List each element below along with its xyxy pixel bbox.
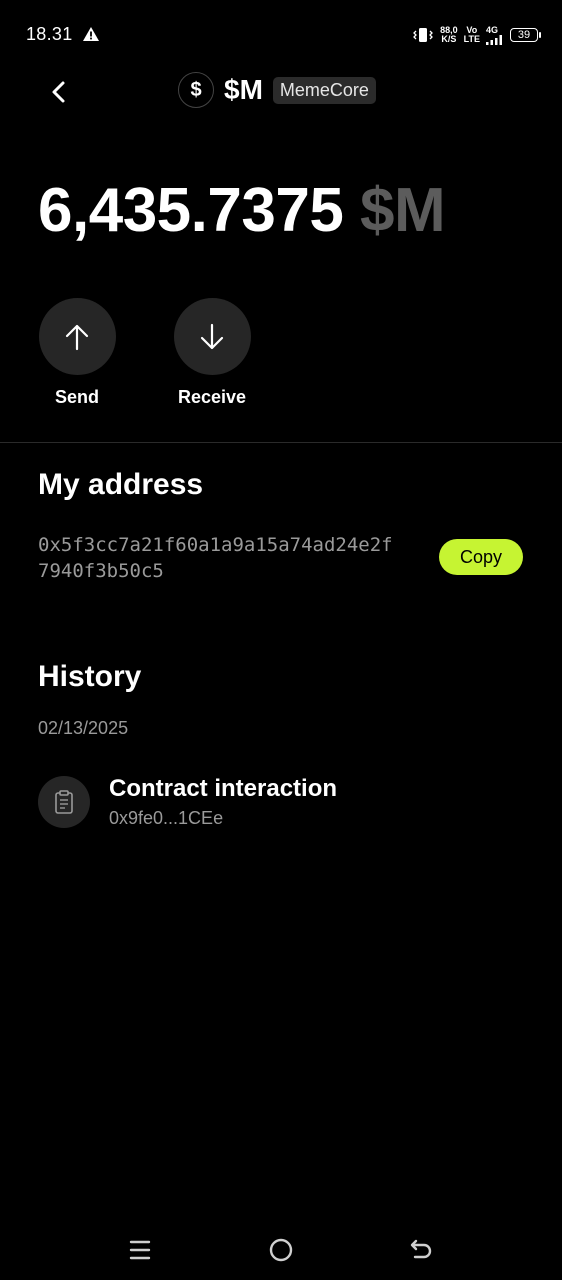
home-button[interactable]	[259, 1228, 303, 1272]
balance: 6,435.7375 $M	[38, 176, 446, 246]
send-label: Send	[54, 387, 99, 407]
history-item[interactable]: Contract interaction 0x9fe0...1CEe	[38, 772, 524, 832]
history-item-title: Contract interaction	[109, 775, 338, 802]
arrow-down-icon	[200, 323, 224, 349]
battery-icon: 39	[510, 28, 541, 42]
history-title: History	[38, 660, 142, 693]
wallet-address: 0x5f3cc7a21f60a1a9a15a74ad24e2f7940f3b50…	[38, 534, 393, 582]
chevron-left-icon	[52, 81, 65, 103]
receive-button[interactable]: Receive	[162, 298, 262, 408]
token-header: $ $M MemeCore	[178, 72, 376, 108]
divider	[0, 442, 562, 443]
vibrate-icon	[413, 28, 434, 42]
signal-icon: 4G	[486, 25, 504, 45]
back-nav-button[interactable]	[399, 1228, 443, 1272]
balance-amount: 6,435.7375	[38, 176, 344, 245]
arrow-up-icon	[65, 324, 89, 350]
back-button[interactable]	[40, 72, 78, 112]
history-date: 02/13/2025	[38, 718, 129, 738]
status-time: 18.31	[26, 24, 73, 44]
receive-label: Receive	[177, 387, 247, 407]
send-button[interactable]: Send	[27, 298, 127, 408]
clipboard-icon	[55, 790, 73, 814]
copy-button[interactable]: Copy	[439, 539, 523, 575]
home-circle-icon	[269, 1238, 293, 1262]
token-symbol: $M	[224, 74, 263, 105]
net-speed: 88,0 K/S	[440, 25, 458, 44]
token-logo: $	[178, 72, 214, 108]
volte-indicator: Vo LTE	[463, 25, 480, 44]
warning-icon	[83, 27, 99, 41]
status-icons: 88,0 K/S Vo LTE 4G 39	[412, 22, 541, 48]
chain-badge: MemeCore	[272, 76, 376, 104]
recents-button[interactable]	[118, 1228, 162, 1272]
back-arrow-icon	[410, 1239, 432, 1259]
history-item-address: 0x9fe0...1CEe	[109, 808, 224, 828]
menu-icon	[129, 1240, 151, 1260]
address-section-title: My address	[38, 468, 204, 501]
balance-unit: $M	[360, 176, 446, 245]
